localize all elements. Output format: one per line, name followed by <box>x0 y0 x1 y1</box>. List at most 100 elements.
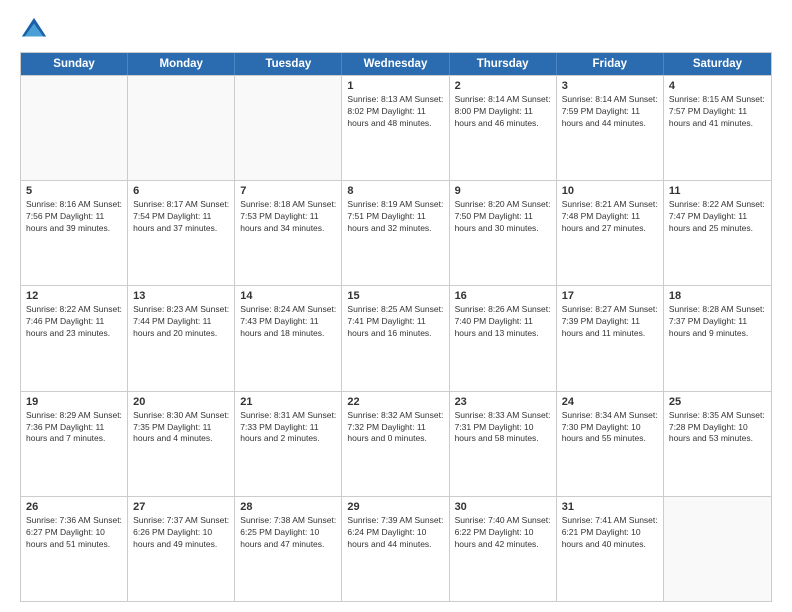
day-number: 25 <box>669 396 766 408</box>
day-cell-26: 26 Sunrise: 7:36 AM Sunset: 6:27 PM Dayli… <box>21 497 128 601</box>
day-number: 16 <box>455 290 551 302</box>
day-number: 2 <box>455 80 551 92</box>
day-number: 4 <box>669 80 766 92</box>
calendar-row-1: 1 Sunrise: 8:13 AM Sunset: 8:02 PM Daylig… <box>21 75 771 180</box>
day-info: Sunrise: 8:31 AM Sunset: 7:33 PM Dayligh… <box>240 410 336 446</box>
empty-cell <box>128 76 235 180</box>
day-cell-21: 21Sunrise: 8:31 AM Sunset: 7:33 PM Dayli… <box>235 392 342 496</box>
day-cell-23: 23Sunrise: 8:33 AM Sunset: 7:31 PM Dayli… <box>450 392 557 496</box>
weekday-header-sunday: Sunday <box>21 53 128 75</box>
day-cell-27: 27 Sunrise: 7:37 AM Sunset: 6:26 PM Dayli… <box>128 497 235 601</box>
day-info: Sunrise: 8:28 AM Sunset: 7:37 PM Dayligh… <box>669 304 766 340</box>
day-info: Sunrise: 7:37 AM Sunset: 6:26 PM Dayligh… <box>133 515 229 551</box>
day-cell-1: 1 Sunrise: 8:13 AM Sunset: 8:02 PM Daylig… <box>342 76 449 180</box>
day-number: 5 <box>26 185 122 197</box>
day-cell-4: 4 Sunrise: 8:15 AM Sunset: 7:57 PM Daylig… <box>664 76 771 180</box>
day-number: 20 <box>133 396 229 408</box>
day-cell-31: 31 Sunrise: 7:41 AM Sunset: 6:21 PM Dayli… <box>557 497 664 601</box>
day-cell-22: 22 Sunrise: 8:32 AM Sunset: 7:32 PM Dayli… <box>342 392 449 496</box>
calendar: SundayMondayTuesdayWednesdayThursdayFrid… <box>20 52 772 602</box>
day-number: 11 <box>669 185 766 197</box>
day-info: Sunrise: 7:39 AM Sunset: 6:24 PM Dayligh… <box>347 515 443 551</box>
day-number: 18 <box>669 290 766 302</box>
day-info: Sunrise: 8:27 AM Sunset: 7:39 PM Dayligh… <box>562 304 658 340</box>
day-number: 29 <box>347 501 443 513</box>
day-cell-28: 28 Sunrise: 7:38 AM Sunset: 6:25 PM Dayli… <box>235 497 342 601</box>
day-cell-5: 5 Sunrise: 8:16 AM Sunset: 7:56 PM Daylig… <box>21 181 128 285</box>
day-info: Sunrise: 8:16 AM Sunset: 7:56 PM Dayligh… <box>26 199 122 235</box>
day-cell-25: 25 Sunrise: 8:35 AM Sunset: 7:28 PM Dayli… <box>664 392 771 496</box>
day-cell-16: 16 Sunrise: 8:26 AM Sunset: 7:40 PM Dayli… <box>450 286 557 390</box>
day-number: 7 <box>240 185 336 197</box>
weekday-header-tuesday: Tuesday <box>235 53 342 75</box>
day-number: 3 <box>562 80 658 92</box>
day-cell-15: 15 Sunrise: 8:25 AM Sunset: 7:41 PM Dayli… <box>342 286 449 390</box>
day-cell-30: 30 Sunrise: 7:40 AM Sunset: 6:22 PM Dayli… <box>450 497 557 601</box>
day-info: Sunrise: 8:26 AM Sunset: 7:40 PM Dayligh… <box>455 304 551 340</box>
day-number: 6 <box>133 185 229 197</box>
day-number: 31 <box>562 501 658 513</box>
day-number: 26 <box>26 501 122 513</box>
day-info: Sunrise: 7:36 AM Sunset: 6:27 PM Dayligh… <box>26 515 122 551</box>
calendar-row-4: 19Sunrise: 8:29 AM Sunset: 7:36 PM Dayli… <box>21 391 771 496</box>
day-cell-20: 20Sunrise: 8:30 AM Sunset: 7:35 PM Dayli… <box>128 392 235 496</box>
day-number: 14 <box>240 290 336 302</box>
day-number: 24 <box>562 396 658 408</box>
day-info: Sunrise: 8:14 AM Sunset: 7:59 PM Dayligh… <box>562 94 658 130</box>
day-info: Sunrise: 8:22 AM Sunset: 7:46 PM Dayligh… <box>26 304 122 340</box>
day-cell-10: 10 Sunrise: 8:21 AM Sunset: 7:48 PM Dayli… <box>557 181 664 285</box>
calendar-header: SundayMondayTuesdayWednesdayThursdayFrid… <box>21 53 771 75</box>
day-cell-8: 8 Sunrise: 8:19 AM Sunset: 7:51 PM Daylig… <box>342 181 449 285</box>
day-info: Sunrise: 8:13 AM Sunset: 8:02 PM Dayligh… <box>347 94 443 130</box>
day-cell-2: 2 Sunrise: 8:14 AM Sunset: 8:00 PM Daylig… <box>450 76 557 180</box>
day-number: 22 <box>347 396 443 408</box>
page: SundayMondayTuesdayWednesdayThursdayFrid… <box>0 0 792 612</box>
empty-cell <box>235 76 342 180</box>
day-cell-24: 24Sunrise: 8:34 AM Sunset: 7:30 PM Dayli… <box>557 392 664 496</box>
empty-cell <box>21 76 128 180</box>
day-number: 19 <box>26 396 122 408</box>
weekday-header-monday: Monday <box>128 53 235 75</box>
day-cell-7: 7 Sunrise: 8:18 AM Sunset: 7:53 PM Daylig… <box>235 181 342 285</box>
day-number: 9 <box>455 185 551 197</box>
day-info: Sunrise: 8:20 AM Sunset: 7:50 PM Dayligh… <box>455 199 551 235</box>
calendar-row-5: 26 Sunrise: 7:36 AM Sunset: 6:27 PM Dayli… <box>21 496 771 601</box>
day-cell-14: 14 Sunrise: 8:24 AM Sunset: 7:43 PM Dayli… <box>235 286 342 390</box>
day-number: 27 <box>133 501 229 513</box>
day-info: Sunrise: 8:19 AM Sunset: 7:51 PM Dayligh… <box>347 199 443 235</box>
logo <box>20 16 52 44</box>
day-info: Sunrise: 8:18 AM Sunset: 7:53 PM Dayligh… <box>240 199 336 235</box>
day-cell-17: 17Sunrise: 8:27 AM Sunset: 7:39 PM Dayli… <box>557 286 664 390</box>
day-cell-19: 19Sunrise: 8:29 AM Sunset: 7:36 PM Dayli… <box>21 392 128 496</box>
day-info: Sunrise: 7:41 AM Sunset: 6:21 PM Dayligh… <box>562 515 658 551</box>
day-number: 10 <box>562 185 658 197</box>
weekday-header-friday: Friday <box>557 53 664 75</box>
day-cell-6: 6Sunrise: 8:17 AM Sunset: 7:54 PM Daylig… <box>128 181 235 285</box>
day-info: Sunrise: 8:23 AM Sunset: 7:44 PM Dayligh… <box>133 304 229 340</box>
day-number: 13 <box>133 290 229 302</box>
day-info: Sunrise: 8:35 AM Sunset: 7:28 PM Dayligh… <box>669 410 766 446</box>
day-info: Sunrise: 8:25 AM Sunset: 7:41 PM Dayligh… <box>347 304 443 340</box>
day-number: 15 <box>347 290 443 302</box>
day-number: 8 <box>347 185 443 197</box>
day-info: Sunrise: 8:15 AM Sunset: 7:57 PM Dayligh… <box>669 94 766 130</box>
day-number: 1 <box>347 80 443 92</box>
weekday-header-saturday: Saturday <box>664 53 771 75</box>
day-cell-3: 3 Sunrise: 8:14 AM Sunset: 7:59 PM Daylig… <box>557 76 664 180</box>
day-info: Sunrise: 7:40 AM Sunset: 6:22 PM Dayligh… <box>455 515 551 551</box>
day-number: 28 <box>240 501 336 513</box>
day-cell-12: 12Sunrise: 8:22 AM Sunset: 7:46 PM Dayli… <box>21 286 128 390</box>
day-info: Sunrise: 8:14 AM Sunset: 8:00 PM Dayligh… <box>455 94 551 130</box>
header <box>20 16 772 44</box>
calendar-row-2: 5 Sunrise: 8:16 AM Sunset: 7:56 PM Daylig… <box>21 180 771 285</box>
day-info: Sunrise: 7:38 AM Sunset: 6:25 PM Dayligh… <box>240 515 336 551</box>
day-info: Sunrise: 8:24 AM Sunset: 7:43 PM Dayligh… <box>240 304 336 340</box>
day-info: Sunrise: 8:32 AM Sunset: 7:32 PM Dayligh… <box>347 410 443 446</box>
day-cell-29: 29 Sunrise: 7:39 AM Sunset: 6:24 PM Dayli… <box>342 497 449 601</box>
day-info: Sunrise: 8:21 AM Sunset: 7:48 PM Dayligh… <box>562 199 658 235</box>
day-cell-11: 11Sunrise: 8:22 AM Sunset: 7:47 PM Dayli… <box>664 181 771 285</box>
day-number: 30 <box>455 501 551 513</box>
calendar-body: 1 Sunrise: 8:13 AM Sunset: 8:02 PM Daylig… <box>21 75 771 601</box>
calendar-row-3: 12Sunrise: 8:22 AM Sunset: 7:46 PM Dayli… <box>21 285 771 390</box>
day-number: 23 <box>455 396 551 408</box>
